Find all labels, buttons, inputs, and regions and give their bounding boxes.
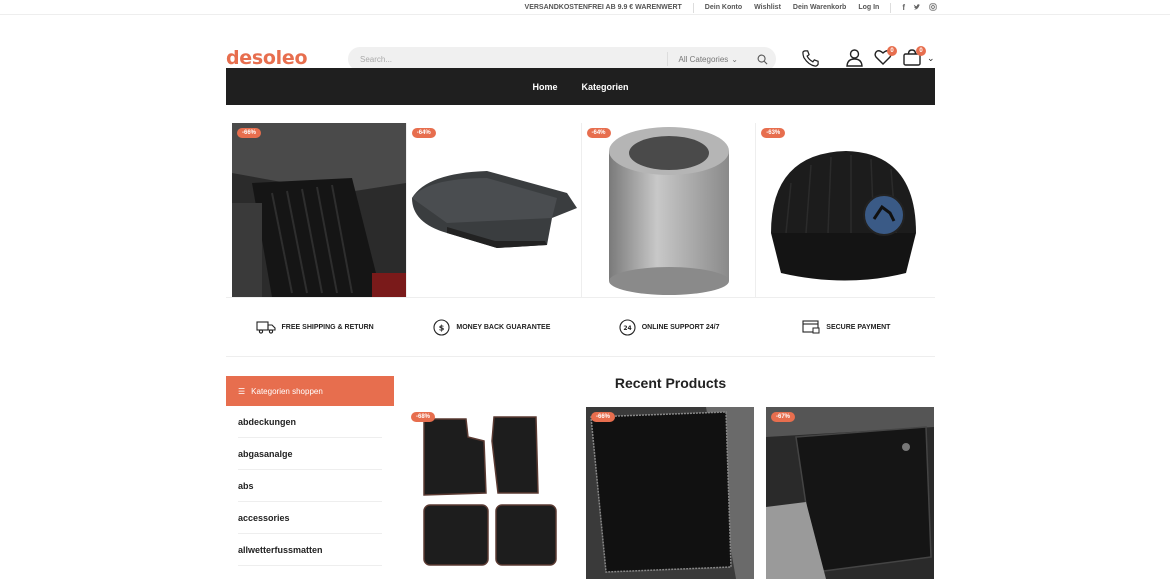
discount-badge: -66% (237, 128, 262, 138)
nav-item-home[interactable]: Home (532, 82, 557, 92)
svg-text:24: 24 (623, 325, 631, 332)
hero-product-card[interactable]: -64% (582, 123, 757, 297)
menu-icon: ☰ (238, 386, 246, 396)
link-login[interactable]: Log In (858, 4, 879, 11)
section-title: Recent Products (614, 375, 727, 391)
search-icon[interactable] (748, 54, 776, 65)
hero-products: -66% -64% -64% -63% (232, 123, 931, 297)
svg-text:$: $ (439, 323, 445, 332)
floor-mat-image (232, 123, 406, 297)
sidebar-item-accessories[interactable]: accessories (238, 502, 382, 534)
link-cart[interactable]: Dein Warenkorb (793, 4, 846, 11)
support-24-icon: 24 (619, 318, 636, 336)
truck-icon (255, 321, 276, 334)
feature-label: ONLINE SUPPORT 24/7 (641, 323, 720, 331)
car-mats-set-image (406, 407, 574, 579)
hero-product-card[interactable]: -64% (407, 123, 582, 297)
car-mat-image (586, 407, 754, 579)
discount-badge: -67% (771, 412, 796, 422)
twitter-icon[interactable] (913, 3, 921, 13)
logo[interactable]: desoleo (226, 47, 308, 69)
main-nav: Home Kategorien (226, 68, 935, 105)
car-floor-mat-image (766, 407, 934, 579)
link-wishlist[interactable]: Wishlist (754, 4, 781, 11)
facebook-icon[interactable]: f (902, 3, 905, 13)
sidebar-item-abdeckungen[interactable]: abdeckungen (238, 406, 382, 438)
instagram-icon[interactable] (929, 2, 937, 13)
discount-badge: -64% (411, 128, 436, 138)
discount-badge: -66% (591, 412, 616, 422)
sidebar-item-abgasanalge[interactable]: abgasanalge (238, 438, 382, 470)
features-bar: FREE SHIPPING & RETURN $ MONEY BACK GUAR… (226, 297, 935, 357)
hero-product-card[interactable]: -66% (232, 123, 407, 297)
sidebar-item-abs[interactable]: abs (238, 470, 382, 502)
shipping-notice: VERSANDKOSTENFREI AB 9.9 € WARENWERT (524, 4, 682, 11)
recent-products: -68% -66% -67% (406, 407, 935, 579)
sidebar-item-allwetterfussmatten[interactable]: allwetterfussmatten (238, 534, 382, 566)
beanie-image (771, 151, 917, 281)
header: desoleo Search... All Categories ⌄ 0 0 ⌄ (0, 15, 1170, 71)
metal-sleeve-image (608, 127, 729, 295)
credit-card-icon (802, 320, 820, 334)
search-input[interactable]: Search... (348, 55, 667, 64)
cart-count-badge: 0 (916, 46, 926, 56)
product-card[interactable]: -67% (766, 407, 934, 579)
engine-cover-image (411, 171, 577, 248)
feature-label: SECURE PAYMENT (826, 323, 891, 331)
wishlist-count-badge: 0 (887, 46, 897, 56)
nav-item-kategorien[interactable]: Kategorien (582, 82, 629, 92)
feature-secure-payment: SECURE PAYMENT (758, 320, 935, 334)
feature-money-back: $ MONEY BACK GUARANTEE (403, 318, 580, 336)
category-sidebar: ☰ Kategorien shoppen abdeckungen abgasan… (226, 376, 394, 566)
feature-support: 24 ONLINE SUPPORT 24/7 (581, 318, 758, 336)
discount-badge: -64% (586, 128, 611, 138)
top-bar: VERSANDKOSTENFREI AB 9.9 € WARENWERT Dei… (0, 0, 1170, 15)
dollar-coin-icon: $ (433, 318, 450, 336)
product-card[interactable]: -66% (586, 407, 754, 579)
sidebar-header[interactable]: ☰ Kategorien shoppen (226, 376, 394, 406)
sidebar-title: Kategorien shoppen (251, 386, 323, 396)
hero-product-card[interactable]: -63% (756, 123, 931, 297)
feature-label: FREE SHIPPING & RETURN (281, 323, 374, 331)
feature-free-shipping: FREE SHIPPING & RETURN (226, 320, 403, 334)
category-select[interactable]: All Categories ⌄ (667, 52, 748, 66)
discount-badge: -68% (411, 412, 436, 422)
chevron-down-icon[interactable]: ⌄ (927, 53, 935, 64)
chevron-down-icon: ⌄ (731, 54, 738, 64)
product-card[interactable]: -68% (406, 407, 574, 579)
discount-badge: -63% (761, 128, 786, 138)
feature-label: MONEY BACK GUARANTEE (456, 323, 551, 331)
category-select-label: All Categories (678, 54, 729, 64)
link-account[interactable]: Dein Konto (705, 4, 742, 11)
